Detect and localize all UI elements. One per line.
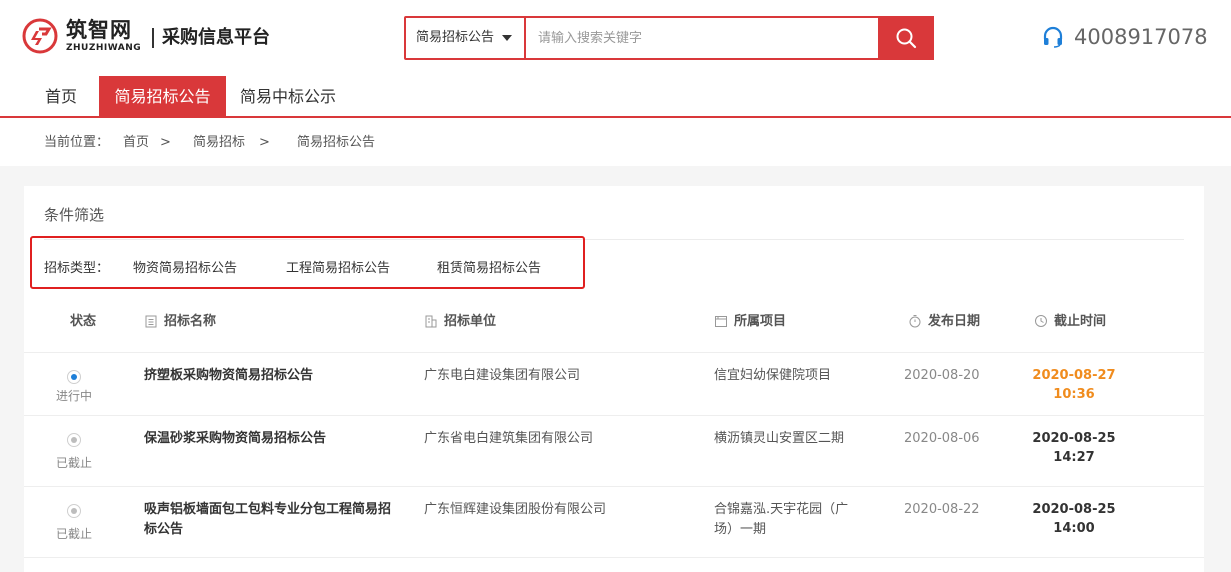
deadline-date: 2020-08-25	[1032, 502, 1116, 517]
search-icon	[896, 28, 917, 49]
tender-name-link[interactable]: 吸声铝板墙面包工包料专业分包工程简易招标公告	[144, 500, 394, 540]
filter-option-leasing[interactable]: 租赁简易招标公告	[437, 257, 541, 276]
status-text: 已截止	[55, 527, 92, 541]
content-panel: 条件筛选 招标类型： 物资简易招标公告 工程简易招标公告 租赁简易招标公告 状态…	[24, 186, 1204, 572]
logo[interactable]: 筑智网 ZHUZHIWANG	[22, 18, 142, 58]
headset-icon	[1043, 26, 1063, 48]
tender-unit: 广东电白建设集团有限公司	[424, 368, 581, 383]
zhuzhiwang-logo-icon	[22, 18, 58, 54]
breadcrumb: 当前位置： 首页 > 简易招标 > 简易招标公告	[0, 118, 1231, 166]
clock-icon	[1035, 315, 1047, 327]
nav-simple-award-publicity[interactable]: 简易中标公示	[230, 76, 346, 116]
building-icon	[425, 315, 437, 328]
header: 筑智网 ZHUZHIWANG 采购信息平台 简易招标公告 4008917078	[0, 0, 1231, 76]
breadcrumb-item-home[interactable]: 首页	[123, 134, 149, 152]
tender-name-link[interactable]: 挤塑板采购物资简易招标公告	[144, 366, 394, 386]
table-row[interactable]: 已截止 吸声铝板墙面包工包料专业分包工程简易招标公告 广东恒辉建设集团股份有限公…	[24, 486, 1204, 558]
brand-name-cn: 筑智网	[66, 18, 132, 42]
nav-home[interactable]: 首页	[30, 76, 92, 116]
filter-option-materials[interactable]: 物资简易招标公告	[133, 257, 237, 276]
tender-unit: 广东省电白建筑集团有限公司	[424, 431, 594, 446]
column-header-name: 招标名称	[144, 312, 216, 332]
main-nav: 首页 简易招标公告 简易中标公示	[0, 76, 1231, 118]
search-bar: 简易招标公告	[404, 16, 934, 60]
folder-icon	[715, 316, 727, 327]
publish-date: 2020-08-22	[904, 502, 980, 517]
column-header-unit-label: 招标单位	[444, 314, 497, 329]
filter-type-label: 招标类型：	[44, 261, 110, 276]
search-button[interactable]	[878, 16, 934, 60]
tender-project: 横沥镇灵山安置区二期	[714, 431, 845, 446]
column-header-unit: 招标单位	[424, 312, 496, 332]
search-input[interactable]	[528, 18, 880, 58]
deadline-time: 14:00	[1053, 521, 1095, 536]
column-header-name-label: 招标名称	[164, 314, 217, 329]
status-closed-icon	[67, 433, 81, 447]
deadline: 2020-08-27 10:36	[1024, 366, 1124, 404]
column-header-publish-date-label: 发布日期	[928, 314, 981, 329]
tender-unit: 广东恒辉建设集团股份有限公司	[424, 502, 607, 517]
filter-option-engineering[interactable]: 工程简易招标公告	[286, 257, 390, 276]
hotline-number: 4008917078	[1074, 25, 1208, 49]
column-header-project: 所属项目	[714, 312, 786, 332]
deadline-time: 14:27	[1053, 450, 1095, 465]
platform-title: 采购信息平台	[162, 27, 270, 48]
table-row[interactable]: 进行中 挤塑板采购物资简易招标公告 广东电白建设集团有限公司 信宜妇幼保健院项目…	[24, 352, 1204, 415]
deadline-date: 2020-08-25	[1032, 431, 1116, 446]
filter-title: 条件筛选	[44, 206, 105, 224]
breadcrumb-item-current: 简易招标公告	[297, 135, 376, 150]
breadcrumb-item-simple-tender[interactable]: 简易招标	[193, 134, 245, 152]
tender-project: 合锦嘉泓.天宇花园（广场）一期	[714, 502, 849, 537]
status-text: 已截止	[55, 456, 92, 470]
tender-project: 信宜妇幼保健院项目	[714, 368, 832, 383]
status-text: 进行中	[55, 389, 92, 403]
column-header-deadline: 截止时间	[1034, 312, 1106, 332]
status-active-icon	[67, 370, 81, 384]
deadline: 2020-08-25 14:00	[1024, 500, 1124, 538]
stopwatch-icon	[909, 315, 921, 328]
deadline-time: 10:36	[1053, 387, 1095, 402]
column-header-status-label: 状态	[70, 314, 97, 329]
column-header-publish-date: 发布日期	[908, 312, 980, 332]
search-type-label: 简易招标公告	[416, 30, 495, 45]
filter-type-row: 招标类型： 物资简易招标公告 工程简易招标公告 租赁简易招标公告	[30, 236, 585, 289]
brand-name-en: ZHUZHIWANG	[66, 43, 142, 53]
clipboard-icon	[145, 315, 157, 328]
deadline-date: 2020-08-27	[1032, 368, 1116, 383]
column-header-status: 状态	[70, 312, 96, 332]
breadcrumb-separator: >	[160, 135, 171, 150]
column-header-deadline-label: 截止时间	[1054, 314, 1107, 329]
breadcrumb-prefix: 当前位置：	[44, 135, 110, 150]
deadline: 2020-08-25 14:27	[1024, 429, 1124, 467]
table-row[interactable]: 已截止 保温砂浆采购物资简易招标公告 广东省电白建筑集团有限公司 横沥镇灵山安置…	[24, 415, 1204, 486]
search-type-dropdown[interactable]: 简易招标公告	[406, 18, 526, 58]
publish-date: 2020-08-20	[904, 368, 980, 383]
publish-date: 2020-08-06	[904, 431, 980, 446]
nav-simple-tender-notice[interactable]: 简易招标公告	[99, 76, 226, 116]
tender-name-link[interactable]: 保温砂浆采购物资简易招标公告	[144, 429, 394, 449]
caret-down-icon	[502, 35, 512, 41]
column-header-project-label: 所属项目	[734, 314, 787, 329]
breadcrumb-separator: >	[259, 135, 270, 150]
status-closed-icon	[67, 504, 81, 518]
logo-divider	[152, 28, 154, 48]
